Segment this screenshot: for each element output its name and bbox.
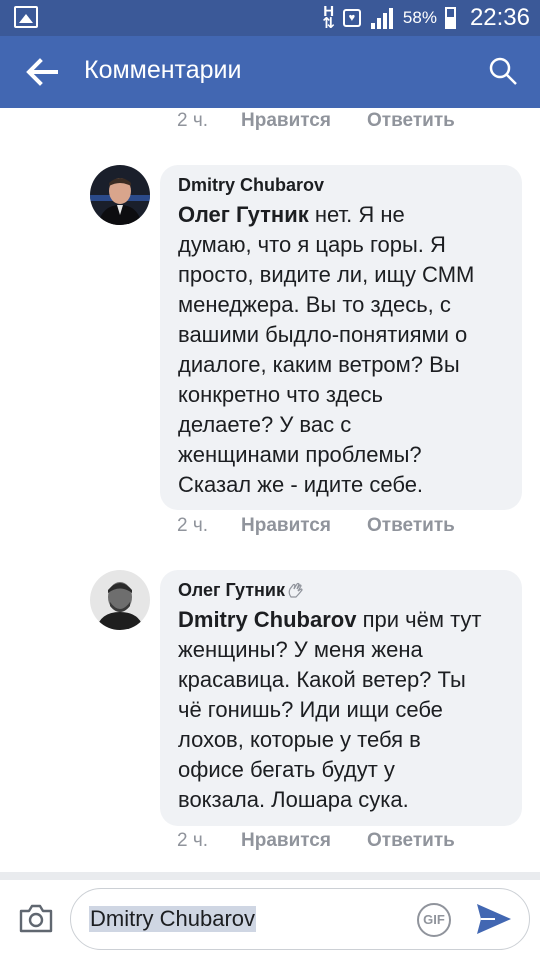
comment-line: женщины? У меня жена	[178, 637, 423, 662]
reply-link[interactable]: Ответить	[367, 110, 455, 132]
reply-link[interactable]: Ответить	[367, 515, 455, 537]
comment-line: диалоге, каким ветром? Вы	[178, 352, 460, 377]
comment-text: Dmitry Chubarov при чём тут женщины? У м…	[178, 605, 506, 815]
reply-link[interactable]: Ответить	[367, 830, 455, 852]
app-bar: Комментарии	[0, 36, 540, 108]
gif-icon[interactable]: GIF	[417, 903, 451, 937]
comment-line: Сказал же - идите себе.	[178, 472, 424, 497]
like-link[interactable]: Нравится	[241, 110, 367, 132]
avatar[interactable]	[90, 165, 150, 225]
comment-line: вашими быдло-понятиями о	[178, 322, 468, 347]
send-icon[interactable]	[475, 901, 513, 937]
comment-line: нет. Я не	[308, 202, 405, 227]
battery-percent: 58%	[402, 8, 437, 27]
avatar[interactable]	[90, 570, 150, 630]
comment-bubble: Dmitry Chubarov Олег Гутник нет. Я не ду…	[160, 165, 522, 510]
comment-actions: 2 ч. Нравится Ответить	[177, 515, 455, 537]
comments-list[interactable]: 2 ч. Нравится Ответить Dmitry Chubarov О…	[0, 108, 540, 872]
comment-time: 2 ч.	[177, 830, 209, 851]
signal-icon	[369, 7, 395, 29]
comment-line: при чём тут	[356, 607, 482, 632]
divider	[0, 872, 540, 880]
like-link[interactable]: Нравится	[241, 515, 367, 537]
camera-icon[interactable]	[18, 902, 54, 934]
comment-input-value[interactable]: Dmitry Chubarov	[89, 906, 257, 932]
data-transfer-icon: H ⇅	[322, 3, 335, 32]
battery-icon	[444, 7, 456, 29]
status-bar: H ⇅ ♥ 58% 22:36	[0, 0, 540, 36]
comment-line: красавица. Какой ветер? Ты	[178, 667, 466, 692]
clock: 22:36	[469, 4, 530, 31]
comment-bubble: Олег Гутник Dmitry Chubarov при чём тут …	[160, 570, 522, 826]
comment-line: менеджера. Вы то здесь, с	[178, 292, 451, 317]
comment-line: конкретно что здесь	[178, 382, 383, 407]
comment-composer: Dmitry Chubarov GIF	[0, 880, 540, 960]
comment-line: женщинами проблемы?	[178, 442, 422, 467]
comment-text: Олег Гутник нет. Я не думаю, что я царь …	[178, 200, 506, 500]
like-link[interactable]: Нравится	[241, 830, 367, 852]
page-title: Комментарии	[84, 56, 242, 84]
comment-line: делаете? У вас с	[178, 412, 352, 437]
comment-line: офисе бегать будут у	[178, 757, 395, 782]
comment-line: просто, видите ли, ищу СММ	[178, 262, 475, 287]
comment-line: лохов, которые у тебя в	[178, 727, 421, 752]
comment-line: думаю, что я царь горы. Я	[178, 232, 446, 257]
comment-actions: 2 ч. Нравится Ответить	[177, 830, 455, 852]
heart-notification-icon: ♥	[342, 9, 361, 27]
comment-line: чё гонишь? Иди ищи себе	[178, 697, 443, 722]
author-name[interactable]: Олег Гутник	[178, 580, 285, 600]
back-arrow-icon[interactable]	[24, 56, 58, 88]
mention-link[interactable]: Dmitry Chubarov	[178, 607, 356, 632]
comment-time: 2 ч.	[177, 515, 209, 536]
comment-author[interactable]: Dmitry Chubarov	[178, 175, 506, 196]
search-icon[interactable]	[488, 56, 518, 86]
comment-input[interactable]: Dmitry Chubarov GIF	[70, 888, 530, 950]
comment-actions: 2 ч. Нравится Ответить	[177, 110, 455, 132]
comment-time: 2 ч.	[177, 110, 209, 131]
waving-hand-icon	[288, 582, 303, 598]
gallery-notification-icon	[14, 6, 38, 28]
comment-line: вокзала. Лошара сука.	[178, 787, 409, 812]
mention-link[interactable]: Олег Гутник	[178, 202, 309, 227]
comment-author[interactable]: Олег Гутник	[178, 580, 506, 601]
